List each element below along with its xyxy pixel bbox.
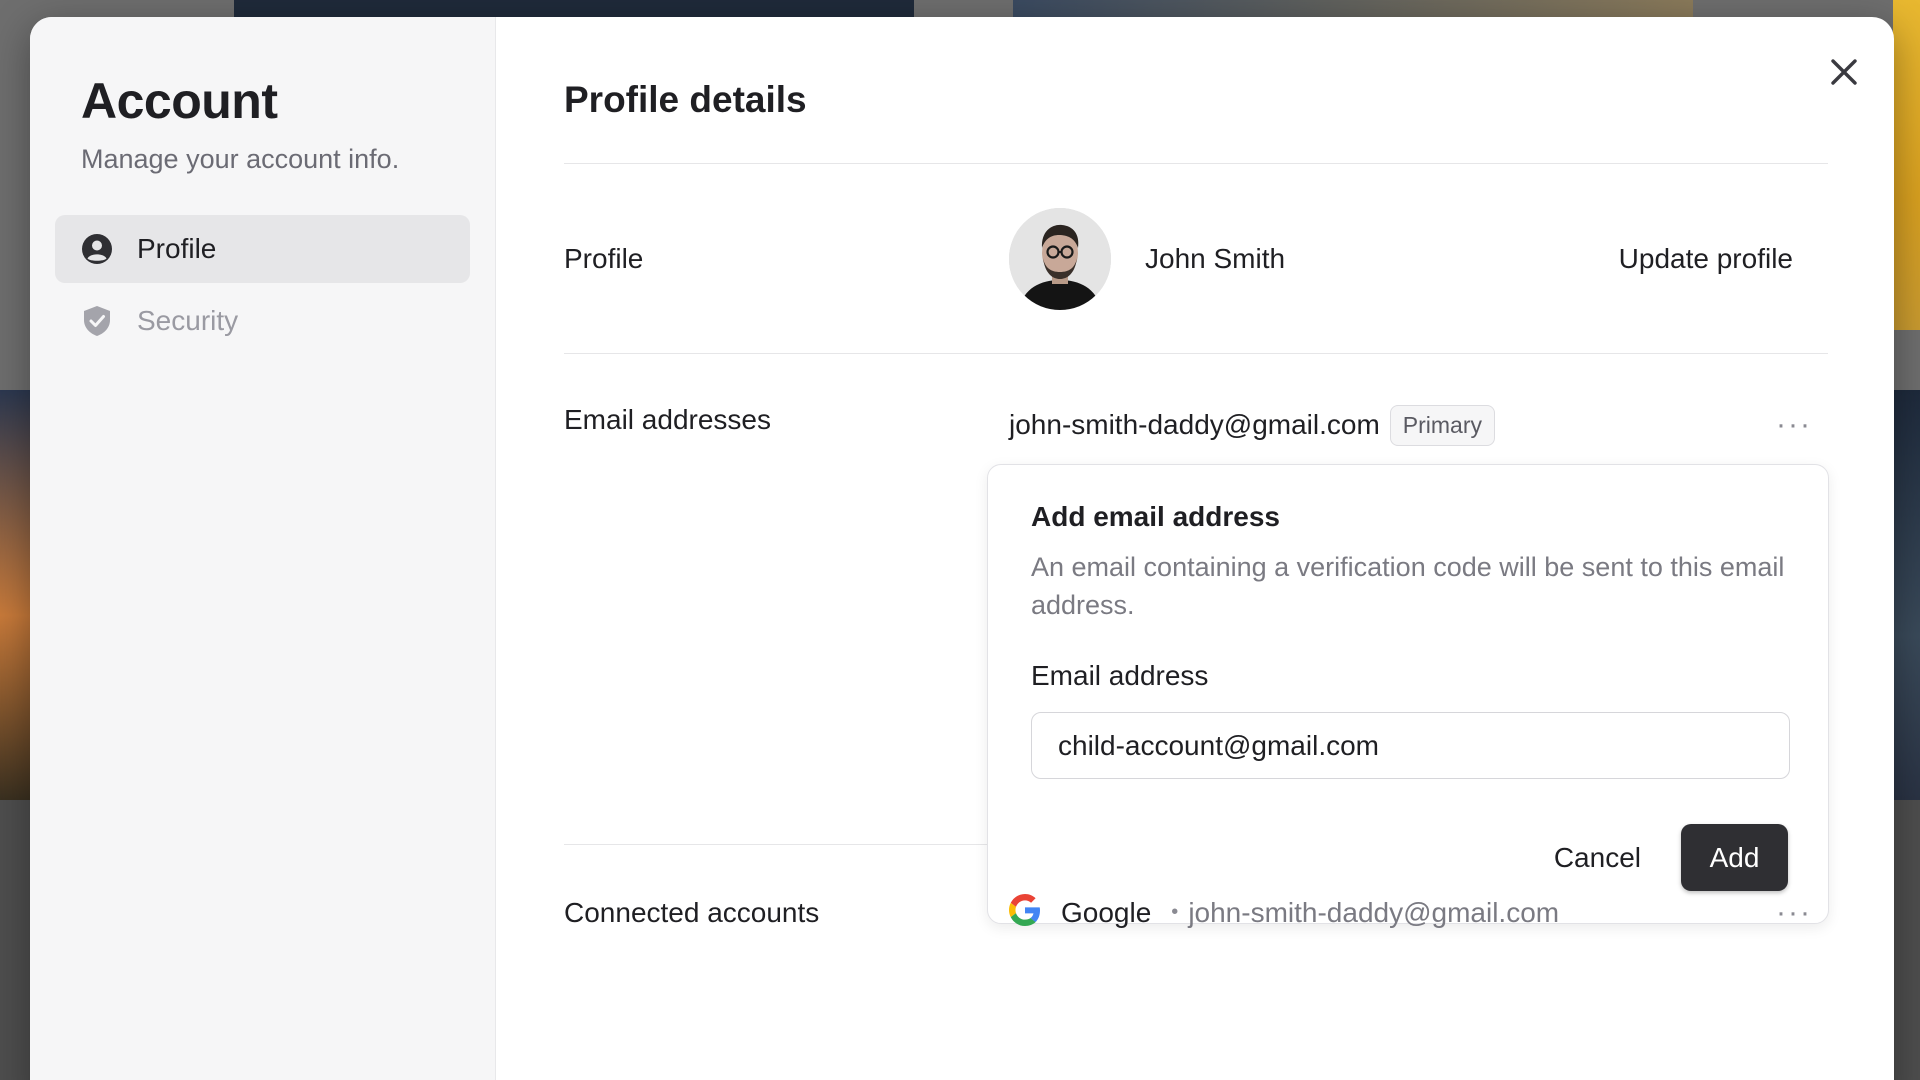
sidebar-title: Account bbox=[81, 73, 278, 129]
profile-name: John Smith bbox=[1145, 242, 1286, 274]
main-panel: Profile details Profile John Smith Updat… bbox=[496, 17, 1894, 1080]
email-list: john-smith-daddy@gmail.com Primary ··· A… bbox=[987, 404, 1829, 924]
update-profile-button[interactable]: Update profile bbox=[1619, 243, 1793, 275]
connected-email: john-smith-daddy@gmail.com bbox=[1188, 896, 1560, 928]
user-circle-icon bbox=[81, 233, 113, 265]
email-field[interactable] bbox=[1031, 712, 1790, 779]
background-image-strip bbox=[234, 0, 914, 18]
google-icon bbox=[1009, 894, 1041, 931]
sidebar: Account Manage your account info. Profil… bbox=[30, 17, 496, 1080]
connected-accounts-label: Connected accounts bbox=[564, 896, 820, 928]
background-image-strip bbox=[1893, 390, 1920, 800]
sidebar-item-profile[interactable]: Profile bbox=[55, 215, 470, 283]
background-image-strip bbox=[0, 390, 30, 800]
email-field-label: Email address bbox=[1031, 660, 1209, 691]
primary-badge: Primary bbox=[1389, 404, 1496, 446]
email-item: john-smith-daddy@gmail.com Primary ··· bbox=[1009, 404, 1828, 446]
sidebar-item-label: Profile bbox=[137, 233, 217, 264]
primary-email: john-smith-daddy@gmail.com bbox=[1009, 409, 1380, 440]
connected-accounts-row: Connected accounts Google • john-smith-d… bbox=[564, 845, 1828, 980]
close-icon bbox=[1831, 59, 1857, 85]
sidebar-subtitle: Manage your account info. bbox=[81, 144, 400, 174]
profile-row: Profile John Smith Update profile bbox=[564, 164, 1828, 353]
avatar bbox=[1009, 207, 1111, 310]
connected-more-button[interactable]: ··· bbox=[1776, 897, 1812, 928]
add-email-description: An email containing a verification code … bbox=[1031, 552, 1785, 620]
shield-check-icon bbox=[81, 305, 113, 337]
profile-label: Profile bbox=[564, 242, 644, 274]
close-button[interactable] bbox=[1824, 52, 1864, 92]
account-modal: Account Manage your account info. Profil… bbox=[30, 17, 1894, 1080]
background-image-strip bbox=[1013, 0, 1693, 18]
add-email-title: Add email address bbox=[1031, 501, 1280, 532]
provider-name: Google bbox=[1061, 896, 1152, 928]
separator-dot: • bbox=[1171, 901, 1179, 923]
page-title: Profile details bbox=[564, 79, 807, 120]
email-addresses-label: Email addresses bbox=[564, 404, 771, 435]
background-image-strip bbox=[1893, 0, 1920, 330]
content: Profile details Profile John Smith Updat… bbox=[564, 79, 1829, 980]
sidebar-nav: Profile Security bbox=[55, 215, 470, 355]
email-more-button[interactable]: ··· bbox=[1776, 410, 1812, 440]
sidebar-item-security[interactable]: Security bbox=[55, 287, 470, 355]
connected-account-item: Google • john-smith-daddy@gmail.com bbox=[1009, 894, 1559, 931]
sidebar-item-label: Security bbox=[137, 305, 239, 336]
